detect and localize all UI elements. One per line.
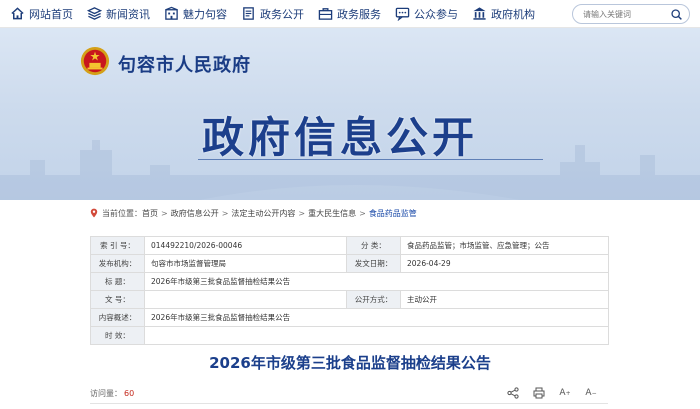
breadcrumb-separator: > <box>161 208 168 218</box>
category-value: 食品药品监管；市场监管、应急管理；公告 <box>400 236 609 255</box>
breadcrumb-item-livelihood[interactable]: 重大民生信息 <box>308 208 356 219</box>
disclosure-method-value: 主动公开 <box>400 290 609 309</box>
search-box <box>572 4 690 24</box>
breadcrumb-prefix: 当前位置： <box>102 208 142 218</box>
nav-item-label: 新闻资讯 <box>106 7 150 21</box>
title-underline <box>198 159 543 160</box>
building-icon <box>165 6 178 20</box>
table-row: 内容概述： 2026年市级第三批食品监督抽检结果公告 <box>90 308 609 327</box>
breadcrumb-separator: > <box>298 208 306 218</box>
breadcrumb-item-info-disclosure[interactable]: 政府信息公开 <box>171 208 219 219</box>
header-banner: 句容市人民政府 政府信息公开 <box>0 28 700 200</box>
title-label: 标 题： <box>90 272 145 291</box>
breadcrumb-item-food-drug[interactable]: 食品药品监管 <box>369 208 417 219</box>
document-icon <box>243 7 254 20</box>
nav-item-label: 政务公开 <box>260 7 304 21</box>
breadcrumb-separator: > <box>221 208 229 218</box>
breadcrumb-item-home[interactable]: 首页 <box>142 208 158 219</box>
issue-date-label: 发文日期： <box>346 254 401 273</box>
breadcrumb-separator: > <box>359 208 366 218</box>
nav-item-label: 魅力句容 <box>183 7 227 21</box>
nav-item-home[interactable]: 网站首页 <box>10 0 73 28</box>
summary-label: 内容概述： <box>90 308 145 327</box>
institution-icon <box>473 7 486 20</box>
section-title: 政府信息公开 <box>202 113 479 162</box>
category-label: 分 类： <box>346 236 401 255</box>
share-button[interactable] <box>506 386 520 400</box>
location-pin-icon <box>90 208 98 218</box>
index-number-value: 014492210/2026-00046 <box>144 236 347 255</box>
home-icon <box>11 7 24 20</box>
table-row: 文 号： 公开方式： 主动公开 <box>90 290 609 309</box>
print-button[interactable] <box>532 386 546 400</box>
search-input[interactable] <box>583 9 669 19</box>
view-count-label: 访问量： <box>90 389 122 398</box>
font-increase-icon: + <box>565 389 571 397</box>
table-row: 时 效： <box>90 326 609 345</box>
government-name: 句容市人民政府 <box>118 55 251 76</box>
nav-item-gov-service[interactable]: 政务服务 <box>318 0 381 28</box>
validity-label: 时 效： <box>90 326 145 345</box>
doc-number-value <box>144 290 347 309</box>
briefcase-icon <box>318 8 333 20</box>
summary-value: 2026年市级第三批食品监督抽检结果公告 <box>144 308 609 327</box>
nav-item-gov-institutions[interactable]: 政府机构 <box>472 0 535 28</box>
nav-item-label: 政务服务 <box>337 7 381 21</box>
table-row: 标 题： 2026年市级第三批食品监督抽检结果公告 <box>90 272 609 291</box>
search-icon[interactable] <box>670 8 683 21</box>
table-row: 发布机构： 句容市市场监督管理局 发文日期： 2026-04-29 <box>90 254 609 273</box>
share-icon <box>507 387 519 399</box>
disclosure-method-label: 公开方式： <box>346 290 401 309</box>
document-info-table: 索 引 号： 014492210/2026-00046 分 类： 食品药品监管；… <box>90 236 609 345</box>
nav-item-label: 政府机构 <box>491 7 535 21</box>
nav-item-news[interactable]: 新闻资讯 <box>87 0 150 28</box>
printer-icon <box>533 387 545 399</box>
title-value: 2026年市级第三批食品监督抽检结果公告 <box>144 272 609 291</box>
breadcrumb-item-statutory[interactable]: 法定主动公开内容 <box>231 208 295 219</box>
validity-value <box>144 326 609 345</box>
nav-item-charm[interactable]: 魅力句容 <box>164 0 227 28</box>
article-tools: A + A − <box>494 386 598 400</box>
view-count: 访问量： 60 <box>90 388 134 399</box>
publisher-value: 句容市市场监督管理局 <box>144 254 347 273</box>
table-row: 索 引 号： 014492210/2026-00046 分 类： 食品药品监管；… <box>90 236 609 255</box>
view-count-value: 60 <box>124 389 135 398</box>
font-decrease-button[interactable]: A − <box>584 386 598 400</box>
layers-icon <box>87 7 102 20</box>
index-number-label: 索 引 号： <box>90 236 145 255</box>
chat-icon <box>395 7 410 21</box>
doc-number-label: 文 号： <box>90 290 145 309</box>
article-title: 2026年市级第三批食品监督抽检结果公告 <box>209 354 491 372</box>
issue-date-value: 2026-04-29 <box>400 254 609 273</box>
font-increase-button[interactable]: A + <box>558 386 572 400</box>
font-decrease-icon: − <box>591 389 597 397</box>
nav-item-gov-affairs[interactable]: 政务公开 <box>241 0 304 28</box>
nav-item-label: 公众参与 <box>414 7 458 21</box>
top-navigation: 网站首页 新闻资讯 魅力句容 政务公开 政务服务 公众参与 政府机构 <box>0 0 700 28</box>
article-toolbar: 访问量： 60 A + A − <box>90 384 608 404</box>
breadcrumb: 当前位置： 首页 > 政府信息公开 > 法定主动公开内容 > 重大民生信息 > … <box>90 205 610 221</box>
publisher-label: 发布机构： <box>90 254 145 273</box>
nav-item-label: 网站首页 <box>29 7 73 21</box>
nav-item-public-participation[interactable]: 公众参与 <box>395 0 458 28</box>
national-emblem-icon <box>80 46 110 76</box>
